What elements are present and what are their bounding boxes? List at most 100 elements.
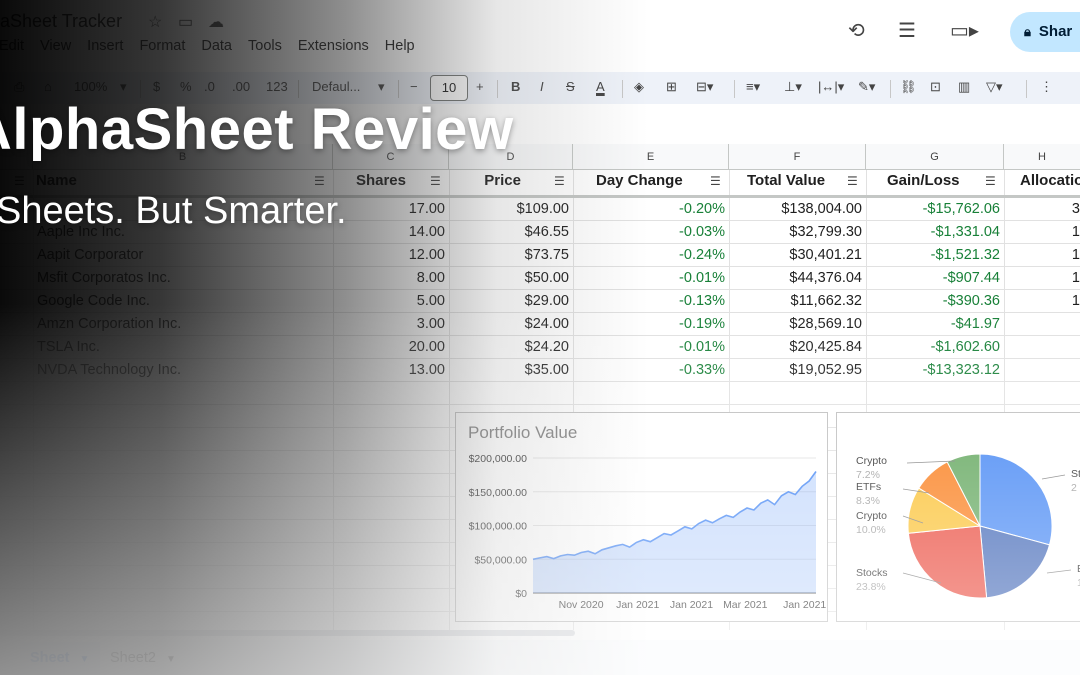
bold-button[interactable]: B — [511, 79, 520, 94]
cell-price[interactable]: $50.00 — [452, 267, 569, 290]
text-wrapping-icon[interactable]: |↔|▾ — [818, 79, 844, 95]
cell-allocation[interactable] — [1007, 359, 1080, 382]
number-format-button[interactable]: 123 — [266, 79, 288, 94]
tab-sheet[interactable]: Sheet ▼ — [20, 642, 100, 675]
vertical-align-icon[interactable]: ⊥▾ — [784, 79, 802, 95]
menu-help[interactable]: Help — [385, 38, 415, 58]
header-day-change[interactable]: Day Change — [596, 169, 706, 192]
cell-name[interactable]: Msfit Corporatos Inc. — [37, 267, 327, 290]
share-button[interactable]: 🔒︎ Shar — [1010, 12, 1080, 52]
cell-gain-loss[interactable]: -$390.36 — [869, 290, 1000, 313]
cell-name[interactable]: Aapit Corporator — [37, 244, 327, 267]
text-color-button[interactable]: A — [596, 79, 605, 94]
cell-shares[interactable]: 5.00 — [336, 290, 445, 313]
header-name[interactable]: Name — [36, 169, 236, 192]
move-folder-icon[interactable]: ▭ — [178, 12, 193, 32]
fill-color-icon[interactable]: ◈ — [634, 79, 644, 95]
menu-data[interactable]: Data — [201, 38, 232, 58]
cell-day-change[interactable]: -0.01% — [576, 267, 725, 290]
filter-icon[interactable]: ☰ — [314, 174, 325, 188]
cell-gain-loss[interactable]: -$907.44 — [869, 267, 1000, 290]
cell-name[interactable]: NVDA Technology Inc. — [37, 359, 327, 382]
column-header-f[interactable]: F — [729, 144, 866, 170]
cell-allocation[interactable] — [1007, 336, 1080, 359]
document-title[interactable]: aSheet Tracker — [0, 11, 122, 32]
header-shares[interactable]: Shares — [336, 169, 406, 192]
font-select[interactable]: Defaul... — [312, 79, 360, 94]
meet-icon[interactable]: ▭▸ — [950, 18, 979, 43]
cell-shares[interactable]: 12.00 — [336, 244, 445, 267]
insert-chart-icon[interactable]: ▥ — [958, 79, 970, 95]
text-rotation-icon[interactable]: ✎▾ — [858, 79, 875, 95]
cell-allocation[interactable]: 3 — [1007, 198, 1080, 221]
cell-allocation[interactable] — [1007, 313, 1080, 336]
column-header-g[interactable]: G — [866, 144, 1004, 170]
tab-sheet2[interactable]: Sheet2 ▼ — [100, 642, 190, 675]
cell-price[interactable]: $24.00 — [452, 313, 569, 336]
decrease-decimal-icon[interactable]: .0 — [204, 79, 215, 94]
paint-format-icon[interactable]: ⌂ — [44, 79, 52, 94]
filter-icon[interactable]: ▽▾ — [986, 79, 1003, 95]
cell-shares[interactable]: 13.00 — [336, 359, 445, 382]
cell-total-value[interactable]: $44,376.04 — [732, 267, 862, 290]
cell-gain-loss[interactable]: -$41.97 — [869, 313, 1000, 336]
decrease-font-size-icon[interactable]: − — [410, 79, 418, 94]
column-header-e[interactable]: E — [573, 144, 729, 170]
comments-icon[interactable]: ☰ — [898, 18, 916, 43]
allocation-pie-chart[interactable]: Crypto 7.2% ETFs 8.3% Crypto 10.0% Stock… — [836, 412, 1080, 622]
insert-link-icon[interactable]: ⛓ — [900, 79, 917, 95]
cell-total-value[interactable]: $20,425.84 — [732, 336, 862, 359]
zoom-select[interactable]: 100% — [74, 79, 107, 94]
cell-shares[interactable]: 14.00 — [336, 221, 445, 244]
star-icon[interactable]: ☆ — [148, 12, 162, 32]
cell-price[interactable]: $24.20 — [452, 336, 569, 359]
cell-total-value[interactable]: $19,052.95 — [732, 359, 862, 382]
cell-price[interactable]: $73.75 — [452, 244, 569, 267]
cell-shares[interactable]: 17.00 — [336, 198, 445, 221]
borders-icon[interactable]: ⊞ — [666, 79, 677, 95]
cell-day-change[interactable]: -0.13% — [576, 290, 725, 313]
cell-allocation[interactable]: 1 — [1007, 290, 1080, 313]
cell-day-change[interactable]: -0.33% — [576, 359, 725, 382]
strikethrough-icon[interactable]: S — [566, 79, 575, 94]
horizontal-align-icon[interactable]: ≡▾ — [746, 79, 760, 95]
italic-button[interactable]: I — [540, 79, 544, 94]
cell-day-change[interactable]: -0.24% — [576, 244, 725, 267]
cell-price[interactable]: $29.00 — [452, 290, 569, 313]
cell-price[interactable]: $35.00 — [452, 359, 569, 382]
header-price[interactable]: Price — [452, 169, 521, 192]
cell-total-value[interactable]: $11,662.32 — [732, 290, 863, 313]
cell-allocation[interactable]: 1 — [1007, 221, 1080, 244]
column-header-h[interactable]: H — [1004, 144, 1080, 170]
filter-icon[interactable]: ☰ — [430, 174, 441, 188]
more-options-icon[interactable]: ⋮ — [1040, 79, 1053, 95]
cell-shares[interactable]: 3.00 — [336, 313, 445, 336]
filter-icon[interactable]: ☰ — [14, 174, 25, 188]
cell-day-change[interactable]: -0.01% — [576, 336, 725, 359]
cell-day-change[interactable]: -0.19% — [576, 313, 725, 336]
cell-gain-loss[interactable]: -$1,521.32 — [869, 244, 1000, 267]
percent-format-button[interactable]: % — [180, 79, 192, 94]
header-total-value[interactable]: Total Value — [747, 169, 847, 192]
header-gain-loss[interactable]: Gain/Loss — [887, 169, 982, 192]
cell-name[interactable]: Amzn Corporation Inc. — [37, 313, 327, 336]
horizontal-scrollbar[interactable] — [0, 630, 575, 636]
print-icon[interactable]: ⎙ — [14, 79, 24, 95]
cell-total-value[interactable]: $32,799.30 — [732, 221, 862, 244]
cell-day-change[interactable]: -0.20% — [576, 198, 725, 221]
cell-gain-loss[interactable]: -$13,323.12 — [869, 359, 1000, 382]
cell-day-change[interactable]: -0.03% — [576, 221, 725, 244]
cell-price[interactable]: $109.00 — [452, 198, 569, 221]
menu-extensions[interactable]: Extensions — [298, 38, 369, 58]
pie-slice[interactable] — [907, 525, 988, 599]
cell-gain-loss[interactable]: -$15,762.06 — [869, 198, 1000, 221]
menu-tools[interactable]: Tools — [248, 38, 282, 58]
cell-shares[interactable]: 8.00 — [336, 267, 445, 290]
version-history-icon[interactable]: ⟲ — [848, 18, 865, 43]
menu-edit[interactable]: Edit — [0, 38, 24, 58]
merge-cells-icon[interactable]: ⊟▾ — [696, 79, 713, 95]
cell-gain-loss[interactable]: -$1,331.04 — [869, 221, 1000, 244]
cell-allocation[interactable]: 1 — [1007, 244, 1080, 267]
cell-total-value[interactable]: $30,401.21 — [732, 244, 862, 267]
cell-name[interactable]: TSLA Inc. — [37, 336, 327, 359]
